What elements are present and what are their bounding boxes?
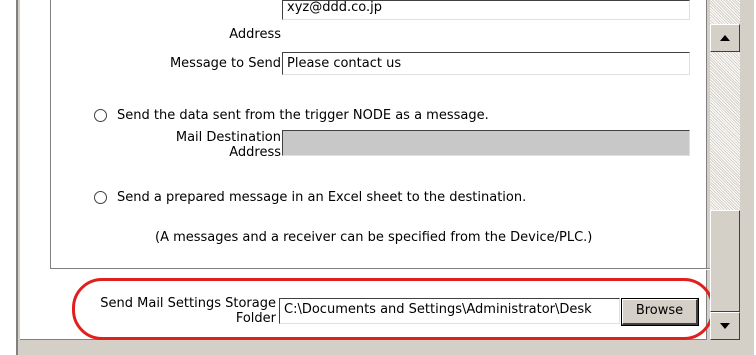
address-field[interactable]: xyz@ddd.co.jp [282,0,690,20]
scroll-down-button[interactable] [710,312,740,340]
message-field[interactable]: Please contact us [282,52,690,75]
triangle-up-icon [720,35,730,41]
excel-note: (A messages and a receiver can be specif… [155,230,593,245]
address-label: Address [229,27,281,42]
mail-destination-label-line1: Mail Destination [175,130,281,145]
scroll-thumb[interactable] [710,210,740,312]
option-trigger-label: Send the data sent from the trigger NODE… [117,108,489,123]
scroll-up-button[interactable] [710,24,740,52]
vertical-scrollbar[interactable] [710,0,740,340]
mail-destination-label-line2: Address [229,145,281,160]
triangle-down-icon [720,323,730,329]
excel-radio-button[interactable] [94,191,107,204]
option-excel-radio-row[interactable]: Send a prepared message in an Excel shee… [94,190,526,205]
option-excel-label: Send a prepared message in an Excel shee… [117,190,527,205]
mail-destination-label: Mail Destination Address [131,130,281,160]
mail-settings-dialog: Address xyz@ddd.co.jp Message to Send Pl… [16,0,754,355]
option-trigger-radio-row[interactable]: Send the data sent from the trigger NODE… [94,108,489,123]
settings-panel: Address xyz@ddd.co.jp Message to Send Pl… [20,0,716,340]
send-options-group: Address xyz@ddd.co.jp Message to Send Pl… [50,0,716,269]
highlight-ellipse [72,278,714,340]
message-label: Message to Send [169,56,281,71]
trigger-radio-button[interactable] [94,109,107,122]
mail-destination-field [282,130,690,156]
